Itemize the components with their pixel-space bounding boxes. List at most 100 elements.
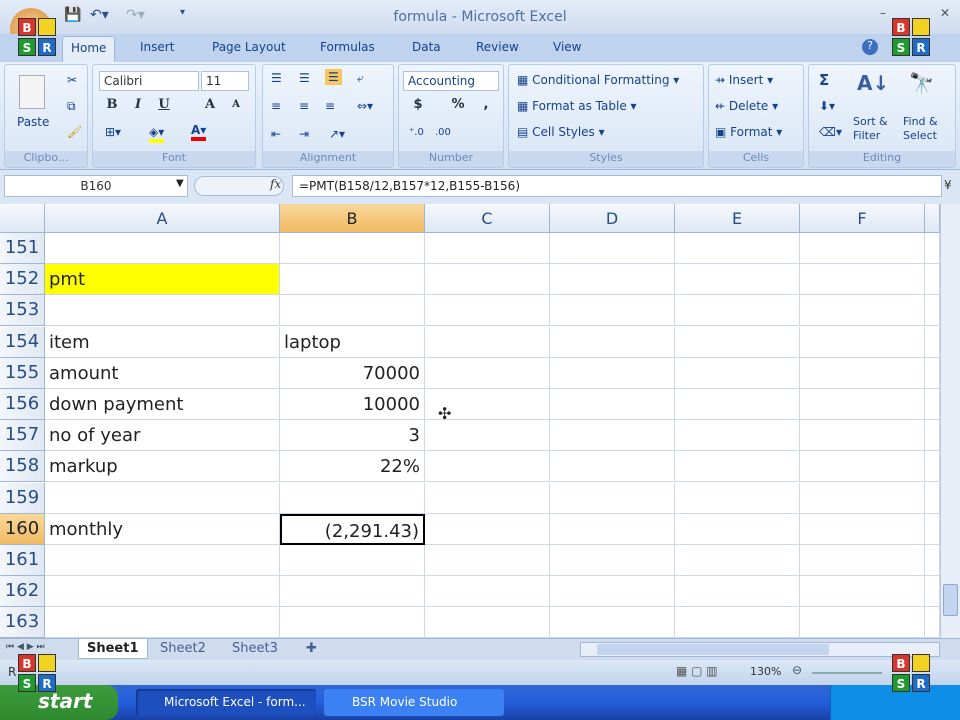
conditional-formatting-button[interactable]: ▦ Conditional Formatting ▾ [517, 73, 679, 87]
cell-empty[interactable] [800, 451, 925, 483]
cell-empty[interactable] [550, 607, 675, 638]
font-size-select[interactable]: 11 [201, 71, 249, 91]
grow-font-button[interactable]: A [199, 97, 221, 117]
cell-empty[interactable] [550, 326, 675, 358]
taskbar-item-movie-studio[interactable]: BSR Movie Studio [324, 689, 504, 716]
number-format-select[interactable]: Accounting [403, 71, 499, 91]
cell-empty[interactable] [800, 545, 925, 576]
cell-b[interactable] [280, 607, 425, 638]
currency-button[interactable]: $ [407, 97, 429, 117]
fill-icon[interactable]: ⬇▾ [819, 99, 835, 113]
zoom-slider[interactable] [812, 672, 882, 674]
column-header-d[interactable]: D [550, 204, 675, 233]
row-header[interactable]: 157 [0, 420, 45, 452]
autosum-button[interactable]: Σ [819, 71, 829, 89]
cell-empty[interactable] [425, 545, 550, 576]
close-button[interactable]: ✕ [940, 6, 950, 20]
cell-empty[interactable] [800, 389, 925, 420]
fill-color-icon[interactable]: ◈▾ [149, 125, 165, 143]
name-box[interactable]: B160 [4, 175, 188, 197]
cell-empty[interactable] [675, 482, 800, 514]
cell-empty[interactable] [800, 482, 925, 514]
row-header[interactable]: 158 [0, 451, 45, 483]
cell-empty[interactable] [550, 264, 675, 296]
font-name-select[interactable]: Calibri [99, 71, 199, 91]
cell-empty[interactable] [550, 513, 675, 545]
row-header[interactable]: 153 [0, 295, 45, 327]
sheet-nav-icons[interactable]: ⏮ ◀ ▶ ⏭ [6, 642, 45, 652]
cell-b[interactable]: laptop [280, 326, 425, 358]
row-header[interactable]: 163 [0, 607, 45, 638]
orientation-icon[interactable]: ↗▾ [329, 127, 345, 141]
format-as-table-button[interactable]: ▦ Format as Table ▾ [517, 99, 637, 113]
merge-center-icon[interactable]: ⇔▾ [357, 99, 373, 113]
cell-a[interactable] [45, 233, 280, 264]
underline-button[interactable]: U [153, 97, 175, 117]
insert-sheet-icon[interactable]: ✚ [298, 639, 325, 659]
cell-empty[interactable] [675, 264, 800, 296]
cell-empty[interactable] [550, 389, 675, 420]
cell-a[interactable] [45, 545, 280, 576]
expand-formula-bar-icon[interactable]: ¥ [944, 178, 952, 192]
cell-empty[interactable] [800, 326, 925, 358]
cell-a[interactable]: pmt [45, 264, 280, 296]
cell-a[interactable]: markup [45, 451, 280, 483]
copy-icon[interactable]: ⧉ [67, 99, 76, 114]
zoom-out-icon[interactable]: ⊖ [792, 663, 802, 677]
cell-empty[interactable] [425, 357, 550, 389]
cell-empty[interactable] [925, 451, 940, 483]
sheet-tab-3[interactable]: Sheet3 [224, 639, 286, 659]
view-buttons[interactable]: ▦ ▢ ▥ [676, 664, 718, 678]
cell-empty[interactable] [550, 576, 675, 608]
cell-b[interactable]: 22% [280, 451, 425, 483]
cell-empty[interactable] [425, 576, 550, 608]
row-header[interactable]: 152 [0, 264, 45, 296]
decrease-decimal-icon[interactable]: .00 [435, 127, 451, 138]
cell-a[interactable] [45, 482, 280, 514]
cell-a[interactable] [45, 295, 280, 327]
decrease-indent-icon[interactable]: ⇤ [271, 127, 281, 141]
cell-a[interactable]: amount [45, 357, 280, 389]
increase-decimal-icon[interactable]: ⁺.0 [409, 127, 424, 138]
cell-empty[interactable] [550, 420, 675, 452]
cell-styles-button[interactable]: ▤ Cell Styles ▾ [517, 125, 605, 139]
name-box-dropdown-icon[interactable]: ▼ [176, 178, 184, 189]
cell-empty[interactable] [800, 264, 925, 296]
column-header-c[interactable]: C [425, 204, 550, 233]
cell-b[interactable] [280, 576, 425, 608]
help-icon[interactable]: ? [862, 39, 878, 55]
insert-function-button[interactable]: fx [270, 177, 281, 191]
cell-empty[interactable] [925, 482, 940, 514]
row-header[interactable]: 154 [0, 326, 45, 358]
cell-b[interactable] [280, 233, 425, 264]
minimize-button[interactable]: – [880, 6, 886, 20]
cell-empty[interactable] [925, 576, 940, 608]
sort-filter-button[interactable]: Sort & Filter [853, 115, 897, 143]
cell-empty[interactable] [925, 545, 940, 576]
cell-empty[interactable] [925, 357, 940, 389]
column-header-b[interactable]: B [280, 204, 425, 233]
column-header-e[interactable]: E [675, 204, 800, 233]
italic-button[interactable]: I [127, 97, 149, 117]
percent-button[interactable]: % [447, 97, 469, 117]
cell-empty[interactable] [425, 326, 550, 358]
tab-page-layout[interactable]: Page Layout [212, 40, 286, 54]
cell-empty[interactable] [425, 451, 550, 483]
tab-formulas[interactable]: Formulas [320, 40, 375, 54]
row-header[interactable]: 151 [0, 233, 45, 264]
clear-icon[interactable]: ⌫▾ [819, 125, 842, 139]
cell-empty[interactable] [675, 513, 800, 545]
sheet-tab-1[interactable]: Sheet1 [78, 639, 148, 659]
scrollbar-thumb[interactable] [943, 584, 958, 616]
cell-empty[interactable] [550, 451, 675, 483]
tab-home[interactable]: Home [62, 36, 116, 62]
cell-empty[interactable] [800, 295, 925, 327]
cell-a[interactable]: item [45, 326, 280, 358]
row-header[interactable]: 156 [0, 389, 45, 420]
cell-empty[interactable] [925, 420, 940, 452]
cell-empty[interactable] [800, 357, 925, 389]
cell-empty[interactable] [550, 357, 675, 389]
cell-b[interactable]: 70000 [280, 357, 425, 389]
comma-button[interactable]: , [475, 97, 497, 117]
cell-empty[interactable] [675, 295, 800, 327]
